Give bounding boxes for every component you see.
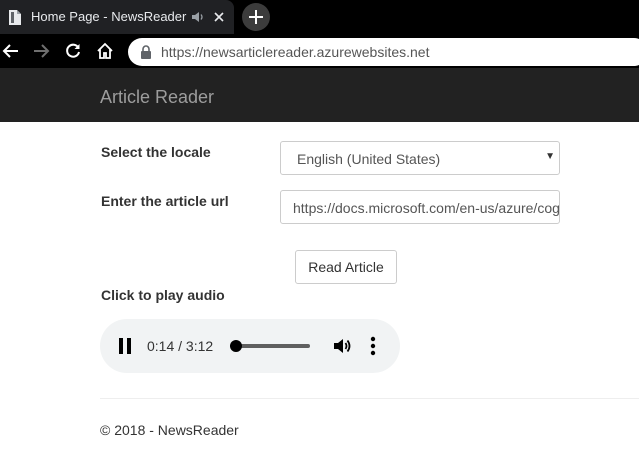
read-article-button[interactable]: Read Article xyxy=(295,250,397,284)
document-icon xyxy=(9,10,21,25)
locale-label: Select the locale xyxy=(101,144,211,160)
pause-icon[interactable] xyxy=(118,338,132,354)
volume-icon[interactable] xyxy=(332,336,352,356)
article-url-input[interactable]: https://docs.microsoft.com/en-us/azure/c… xyxy=(280,190,560,224)
url-label: Enter the article url xyxy=(101,193,229,209)
seek-bar[interactable] xyxy=(230,344,310,348)
address-url[interactable]: https://newsarticlereader.azurewebsites.… xyxy=(161,44,429,60)
lock-icon xyxy=(141,45,151,59)
back-arrow-icon[interactable] xyxy=(2,42,20,60)
seek-thumb[interactable] xyxy=(229,340,242,352)
browser-tab[interactable]: Home Page - NewsReader xyxy=(0,0,234,34)
plus-icon xyxy=(249,10,263,24)
new-tab-button[interactable] xyxy=(242,3,270,31)
reload-icon[interactable] xyxy=(64,42,82,60)
audio-player: 0:14 / 3:12 xyxy=(100,319,400,373)
more-vertical-icon[interactable] xyxy=(370,336,376,356)
forward-arrow-icon[interactable] xyxy=(32,42,50,60)
footer-divider xyxy=(100,398,639,399)
close-icon[interactable] xyxy=(211,9,227,25)
audio-time: 0:14 / 3:12 xyxy=(147,338,214,354)
home-icon[interactable] xyxy=(96,42,114,60)
tab-strip: Home Page - NewsReader xyxy=(0,0,639,34)
article-url-value: https://docs.microsoft.com/en-us/azure/c… xyxy=(293,200,560,216)
brand-link[interactable]: Article Reader xyxy=(100,87,214,108)
speaker-icon[interactable] xyxy=(191,10,205,24)
site-navbar: Article Reader xyxy=(0,68,639,122)
address-bar[interactable]: https://newsarticlereader.azurewebsites.… xyxy=(128,38,639,66)
tab-title: Home Page - NewsReader xyxy=(31,9,187,24)
audio-label: Click to play audio xyxy=(101,287,225,303)
locale-select[interactable]: English (United States) ▼ xyxy=(280,141,560,175)
chevron-down-icon: ▼ xyxy=(545,151,555,162)
footer-copyright: © 2018 - NewsReader xyxy=(100,422,239,438)
locale-selected-value: English (United States) xyxy=(297,151,441,167)
